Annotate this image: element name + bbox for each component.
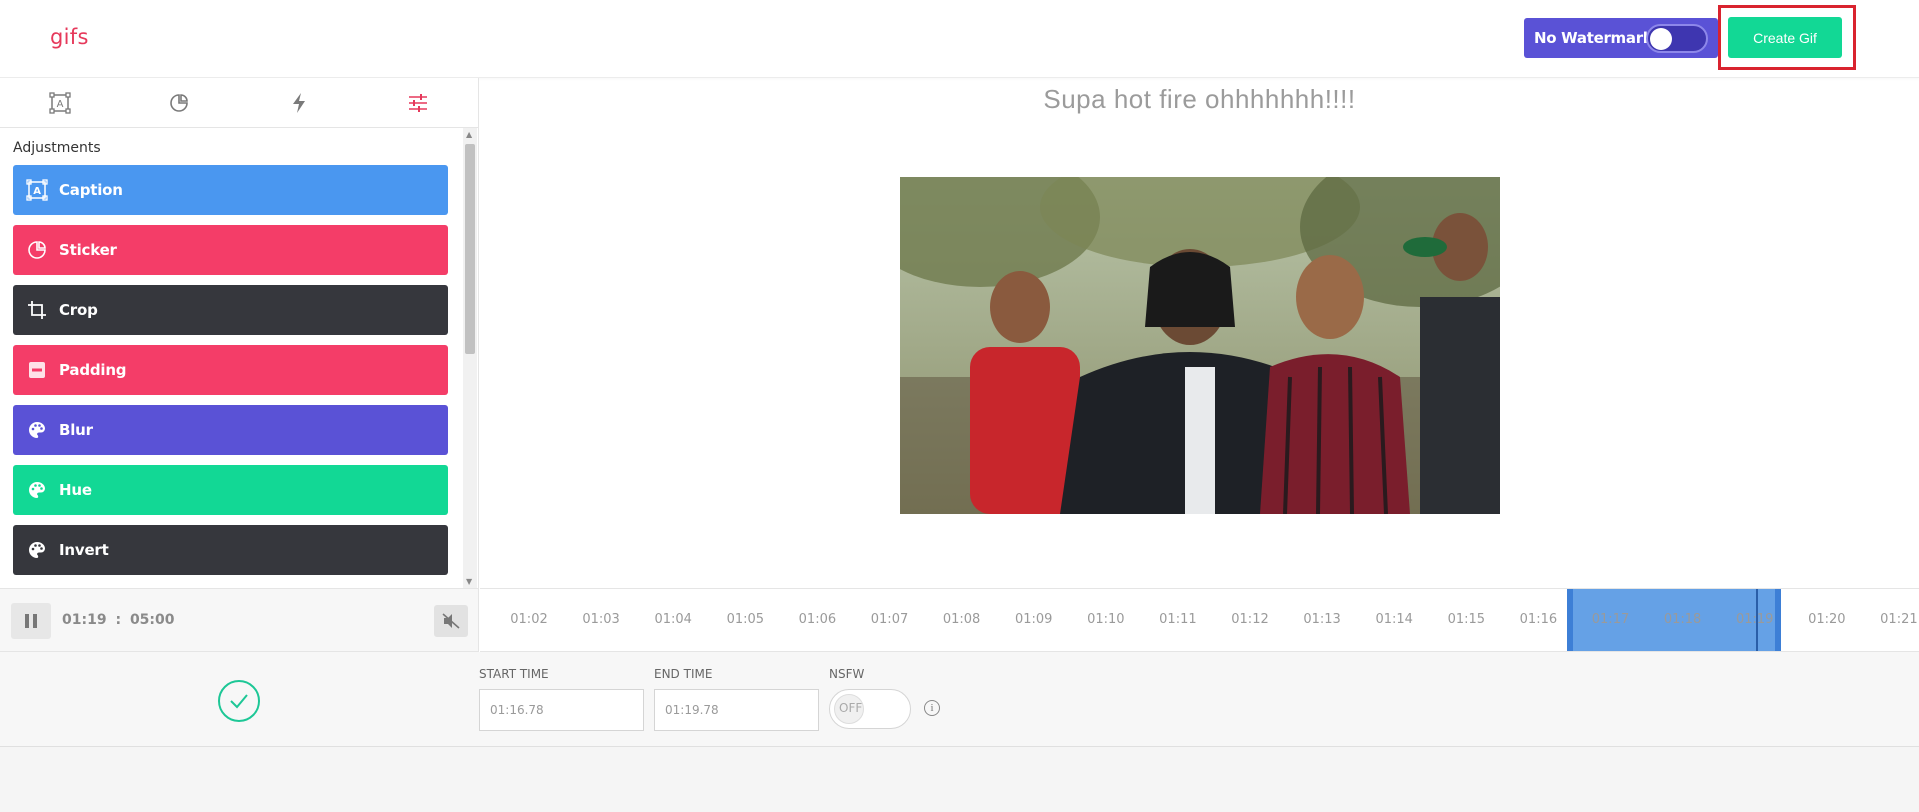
end-time-label: END TIME: [654, 667, 713, 681]
clip-settings: START TIME END TIME NSFW OFF i: [0, 652, 1919, 747]
adjustments-list: A Caption Sticker Crop Padding Blur Hue …: [13, 165, 448, 585]
crop-button[interactable]: Crop: [13, 285, 448, 335]
hue-button-label: Hue: [59, 481, 92, 499]
timeline-tick: 01:14: [1375, 612, 1413, 627]
nsfw-toggle[interactable]: OFF: [829, 689, 911, 729]
timeline[interactable]: 01:02 01:03 01:04 01:05 01:06 01:07 01:08 01:09…: [480, 588, 1919, 652]
tab-sticker[interactable]: [120, 78, 240, 128]
playback-time: 01:19 : 05:00: [62, 612, 175, 628]
palette-icon: [25, 418, 49, 442]
watermark-label: No Watermark: [1534, 29, 1653, 47]
scroll-up-icon[interactable]: ▲: [466, 130, 472, 139]
blur-button[interactable]: Blur: [13, 405, 448, 455]
check-icon: [230, 694, 248, 709]
palette-icon: [25, 538, 49, 562]
bolt-icon: [292, 93, 305, 113]
mute-button[interactable]: [434, 605, 468, 637]
timeline-tick: 01:18: [1663, 612, 1702, 627]
gif-caption-preview: Supa hot fire ohhhhhhh!!!!: [1043, 84, 1356, 114]
start-time-label: START TIME: [479, 667, 549, 681]
caption-icon: A: [25, 178, 49, 202]
timeline-tick: 01:05: [726, 612, 765, 627]
start-time-input[interactable]: [479, 689, 644, 731]
timeline-tick: 01:04: [654, 612, 692, 627]
blur-button-label: Blur: [59, 421, 93, 439]
logo[interactable]: gifs: [50, 25, 89, 49]
timeline-tick: 01:07: [870, 612, 909, 627]
nsfw-state: OFF: [839, 701, 863, 715]
timeline-tick: 01:06: [798, 612, 837, 627]
total-time: 05:00: [129, 612, 175, 628]
scroll-thumb[interactable]: [465, 144, 475, 354]
crop-icon: [25, 298, 49, 322]
timeline-tick: 01:09: [1014, 612, 1053, 627]
scroll-down-icon[interactable]: ▼: [466, 577, 472, 586]
watermark-switch-knob: [1650, 28, 1672, 50]
padding-button[interactable]: Padding: [13, 345, 448, 395]
sticker-button-label: Sticker: [59, 241, 117, 259]
tab-adjustments[interactable]: [359, 78, 479, 128]
invert-button[interactable]: Invert: [13, 525, 448, 575]
sidebar-scrollbar[interactable]: ▲ ▼: [463, 128, 477, 588]
svg-text:A: A: [56, 99, 63, 110]
crop-button-label: Crop: [59, 301, 98, 319]
svg-text:A: A: [33, 186, 41, 197]
sticker-icon: [170, 94, 189, 112]
video-preview[interactable]: [900, 177, 1500, 514]
time-separator: :: [115, 612, 122, 628]
current-time: 01:19: [62, 612, 107, 628]
timeline-tick: 01:10: [1087, 612, 1125, 627]
timeline-tick: 01:17: [1591, 612, 1630, 627]
palette-icon: [25, 478, 49, 502]
hue-button[interactable]: Hue: [13, 465, 448, 515]
tab-effects[interactable]: [239, 78, 359, 128]
tab-caption[interactable]: A: [0, 78, 120, 128]
pause-button[interactable]: [11, 603, 51, 639]
sidebar: A Adjustments A Caption Sticker Crop Pad…: [0, 78, 479, 588]
timeline-tick: 01:20: [1808, 612, 1846, 627]
watermark-switch[interactable]: [1646, 24, 1708, 53]
confirm-button[interactable]: [218, 680, 260, 722]
create-gif-button[interactable]: Create Gif: [1728, 17, 1842, 58]
invert-button-label: Invert: [59, 541, 109, 559]
timeline-tick: 01:16: [1519, 612, 1558, 627]
timeline-tick: 01:13: [1303, 612, 1341, 627]
timeline-tick: 01:11: [1159, 612, 1197, 627]
muted-speaker-icon: [442, 613, 460, 629]
timeline-tick: 01:19: [1735, 612, 1774, 627]
sliders-icon: [409, 94, 428, 112]
adjustments-title: Adjustments: [13, 140, 101, 156]
timeline-tick: 01:15: [1447, 612, 1486, 627]
timeline-tick: 01:21: [1880, 612, 1918, 627]
watermark-toggle[interactable]: No Watermark: [1524, 18, 1718, 58]
sidebar-tabs: A: [0, 78, 478, 128]
padding-icon: [25, 358, 49, 382]
caption-icon: A: [49, 92, 71, 114]
caption-button-label: Caption: [59, 181, 123, 199]
player-controls: 01:19 : 05:00: [0, 588, 479, 652]
timeline-tick: 01:12: [1231, 612, 1269, 627]
timeline-tick: 01:03: [582, 612, 620, 627]
sticker-button[interactable]: Sticker: [13, 225, 448, 275]
sticker-icon: [25, 238, 49, 262]
footer: [0, 747, 1919, 812]
padding-button-label: Padding: [59, 361, 127, 379]
timeline-tick: 01:02: [510, 612, 548, 627]
end-time-input[interactable]: [654, 689, 819, 731]
pause-icon: [25, 614, 37, 628]
info-icon[interactable]: i: [924, 700, 940, 716]
caption-button[interactable]: A Caption: [13, 165, 448, 215]
nsfw-label: NSFW: [829, 667, 865, 681]
top-header: gifs No Watermark Create Gif: [0, 0, 1919, 78]
timeline-tick: 01:08: [942, 612, 981, 627]
